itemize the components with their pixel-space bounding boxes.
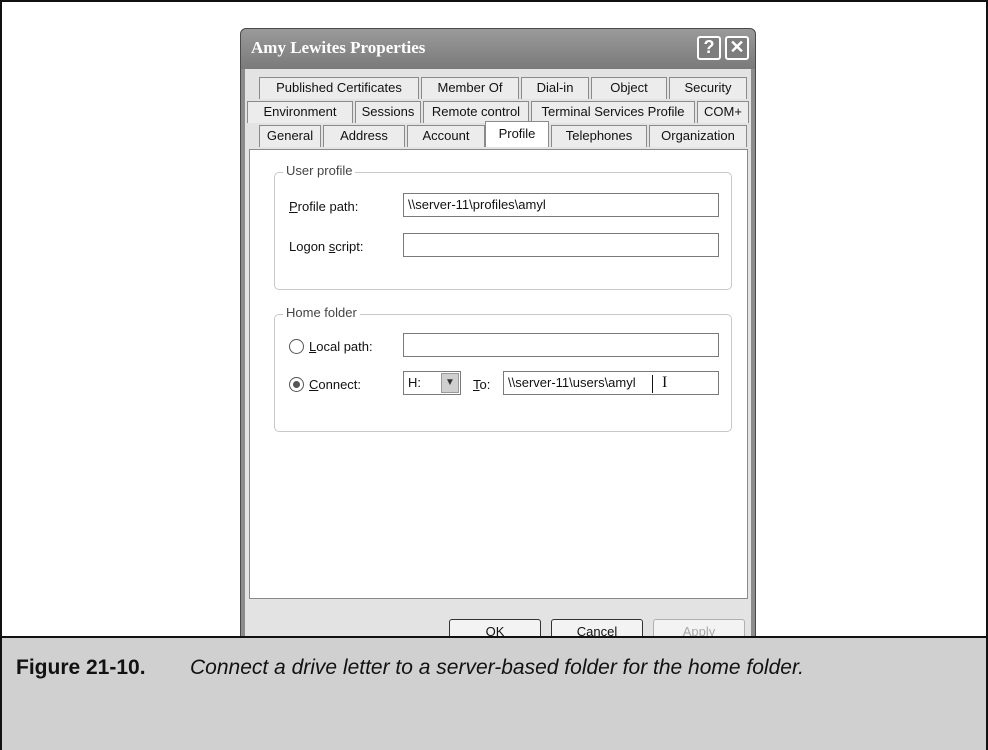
tab-row-3: General Address Account Profile Telephon… [245,121,751,147]
help-button[interactable]: ? [697,36,721,60]
tab-row-1: Published Certificates Member Of Dial-in… [245,77,751,99]
figure-caption: Figure 21-10. Connect a drive letter to … [2,636,986,750]
logon-script-input[interactable] [403,233,719,257]
tab-row-2: Environment Sessions Remote control Term… [245,101,751,123]
connect-radio[interactable] [289,377,304,392]
tab-security[interactable]: Security [669,77,747,99]
home-folder-group: Home folder Local path: Connect: H: ▼ To… [274,305,732,432]
drive-letter-select[interactable]: H: ▼ [403,371,461,395]
dialog-client-area: Published Certificates Member Of Dial-in… [245,69,751,653]
tab-dial-in[interactable]: Dial-in [521,77,589,99]
tab-published-certificates[interactable]: Published Certificates [259,77,419,99]
tab-com-plus[interactable]: COM+ [697,101,749,123]
titlebar: Amy Lewites Properties ? ✕ [241,29,755,69]
tab-address[interactable]: Address [323,125,405,147]
tab-terminal-services-profile[interactable]: Terminal Services Profile [531,101,695,123]
profile-path-input[interactable]: \\server-11\profiles\amyl [403,193,719,217]
text-caret [652,375,653,393]
caption-text: Connect a drive letter to a server-based… [190,656,804,679]
profile-tab-panel: User profile Profile path: \\server-11\p… [249,149,748,599]
tab-remote-control[interactable]: Remote control [423,101,529,123]
to-label: To: [473,377,491,392]
home-folder-path-input[interactable]: \\server-11\users\amyl I [503,371,719,395]
close-button[interactable]: ✕ [725,36,749,60]
profile-path-label: Profile path: [289,199,359,214]
properties-dialog: Amy Lewites Properties ? ✕ Published Cer… [240,28,756,658]
figure-frame: Amy Lewites Properties ? ✕ Published Cer… [0,0,988,750]
tab-environment[interactable]: Environment [247,101,353,123]
tab-organization[interactable]: Organization [649,125,747,147]
tab-account[interactable]: Account [407,125,485,147]
tab-telephones[interactable]: Telephones [551,125,647,147]
local-path-radio[interactable] [289,339,304,354]
connect-label: Connect: [309,377,362,392]
caption-number: Figure 21-10. [16,656,146,679]
drive-letter-value: H: [408,375,421,390]
user-profile-legend: User profile [283,163,356,178]
i-beam-cursor-icon: I [662,374,668,391]
tab-general[interactable]: General [259,125,321,147]
tab-object[interactable]: Object [591,77,667,99]
dialog-title: Amy Lewites Properties [251,38,426,57]
local-path-input[interactable] [403,333,719,357]
tab-sessions[interactable]: Sessions [355,101,421,123]
tab-member-of[interactable]: Member Of [421,77,519,99]
user-profile-group: User profile Profile path: \\server-11\p… [274,163,732,290]
local-path-label: Local path: [309,339,373,354]
tab-profile[interactable]: Profile [485,121,549,147]
logon-script-label: Logon script: [289,239,364,254]
home-folder-legend: Home folder [283,305,360,320]
chevron-down-icon[interactable]: ▼ [441,373,459,393]
